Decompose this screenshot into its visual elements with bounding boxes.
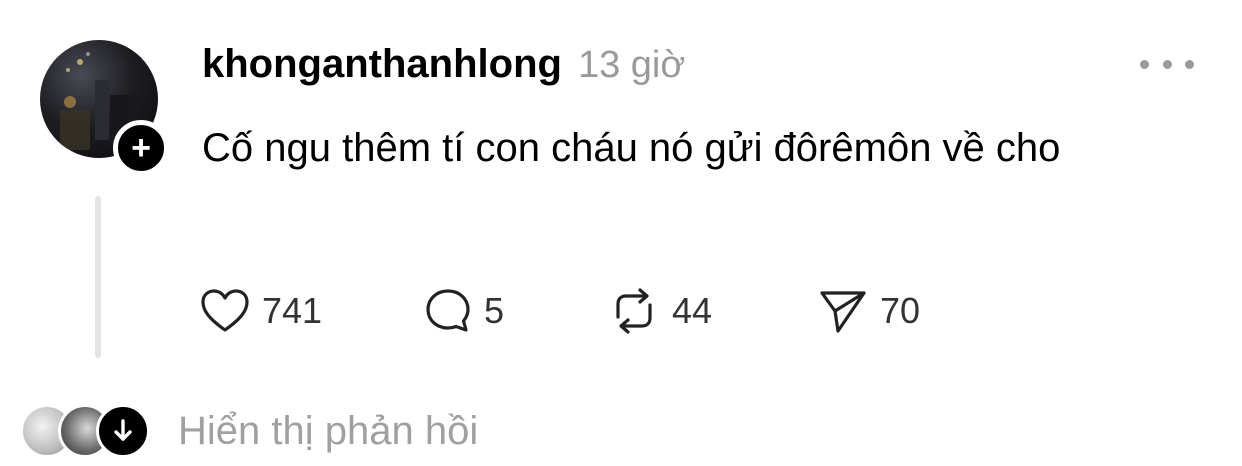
more-dots-icon xyxy=(1162,59,1172,69)
more-dots-icon xyxy=(1140,59,1149,69)
action-bar: 741 5 44 70 xyxy=(200,286,920,336)
post-header: khonganthanhlong 13 giờ xyxy=(202,42,685,87)
show-replies-button[interactable]: Hiển thị phản hồi xyxy=(20,396,478,466)
comment-count: 5 xyxy=(484,290,505,331)
expand-replies-icon xyxy=(96,404,150,458)
heart-icon xyxy=(201,289,249,332)
plus-icon: + xyxy=(131,129,151,167)
repost-button[interactable]: 44 xyxy=(608,287,818,335)
share-button[interactable]: 70 xyxy=(818,287,920,335)
username[interactable]: khonganthanhlong xyxy=(202,42,562,87)
share-count: 70 xyxy=(880,290,921,331)
repost-count: 44 xyxy=(672,290,713,331)
follow-button[interactable]: + xyxy=(113,120,169,176)
more-options-button[interactable] xyxy=(1140,52,1194,76)
speech-bubble-icon xyxy=(426,289,470,332)
repost-icon xyxy=(616,288,652,334)
more-dots-icon xyxy=(1185,59,1194,69)
thread-line xyxy=(95,196,101,358)
like-button[interactable]: 741 xyxy=(200,288,424,334)
arrow-down-icon xyxy=(114,419,132,441)
comment-button[interactable]: 5 xyxy=(424,287,608,335)
send-icon xyxy=(820,291,866,333)
show-replies-label: Hiển thị phản hồi xyxy=(178,408,479,453)
post-text: Cố ngu thêm tí con cháu nó gửi đôrêmôn v… xyxy=(202,126,1061,170)
like-count: 741 xyxy=(262,290,323,331)
timestamp: 13 giờ xyxy=(577,44,686,86)
